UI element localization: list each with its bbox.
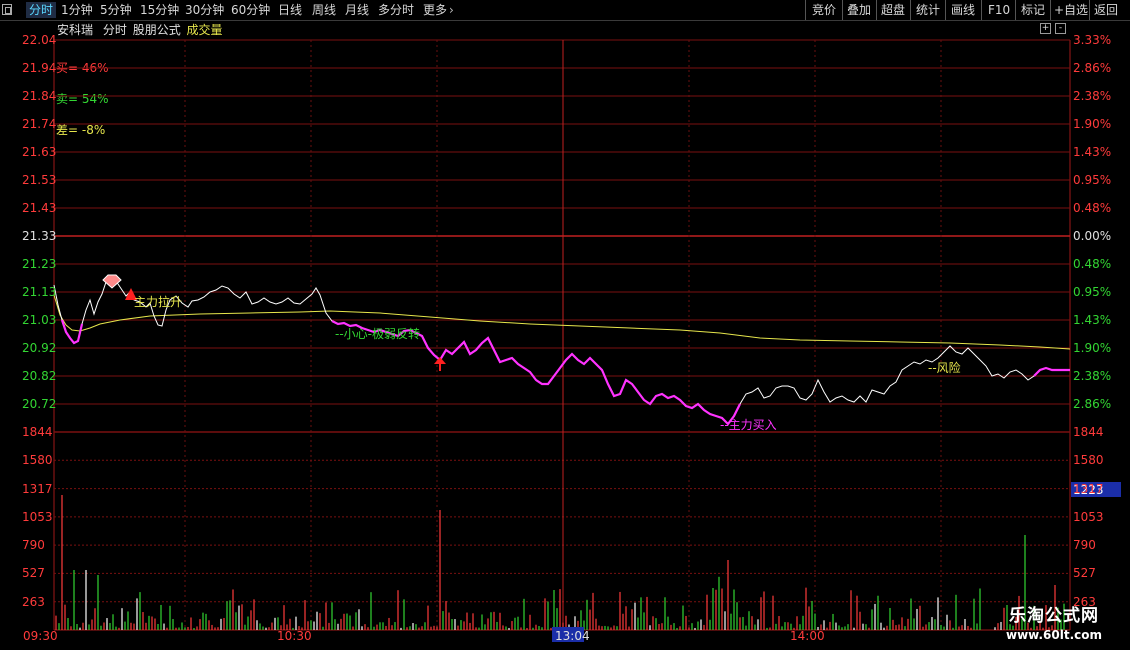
pct-tick: 1.43% xyxy=(1073,313,1112,327)
price-tick: 20.82 xyxy=(22,369,57,383)
price-tick: 21.43 xyxy=(22,201,57,215)
draw-line-button[interactable]: 画线 xyxy=(951,2,975,18)
price-tick: 21.53 xyxy=(22,173,57,187)
tab-weekly[interactable]: 周线 xyxy=(312,2,336,18)
time-tick: 14:00 xyxy=(790,629,825,643)
price-tick: 21.94 xyxy=(22,61,57,75)
annotation-pull-up: 主力拉升 xyxy=(134,295,183,309)
watermark-url: www.60lt.com xyxy=(1005,628,1103,642)
pct-tick: 0.48% xyxy=(1073,257,1112,271)
diamond-icon xyxy=(102,274,122,289)
time-tick: 13:04 xyxy=(555,629,590,643)
price-tick: 21.74 xyxy=(22,117,57,131)
f10-button[interactable]: F10 xyxy=(988,2,1010,18)
price-line xyxy=(53,277,1070,425)
overlay-button[interactable]: 叠加 xyxy=(847,2,871,18)
volume-tick-right: 1580 xyxy=(1073,453,1104,468)
price-tick: 21.13 xyxy=(22,285,57,299)
intraday-chart xyxy=(53,39,1121,642)
tab-multi-intraday[interactable]: 多分时 xyxy=(378,2,414,18)
volume-tick: 1844 xyxy=(22,425,53,439)
stats-button[interactable]: 统计 xyxy=(916,2,940,18)
tab-more[interactable]: 更多 xyxy=(423,2,447,18)
pct-tick: 0.00% xyxy=(1073,229,1112,243)
volume-tick: 1053 xyxy=(22,509,53,524)
pct-tick: 1.43% xyxy=(1073,145,1112,159)
time-tick: 10:30 xyxy=(277,629,312,643)
volume-tick: 1317 xyxy=(22,481,53,496)
annotation-risk: --风险 xyxy=(928,361,961,375)
volume-tick-right: 1844 xyxy=(1073,425,1104,439)
side-panel-edge xyxy=(1121,20,1130,460)
window-icon[interactable] xyxy=(2,4,12,15)
tab-15min[interactable]: 15分钟 xyxy=(140,2,179,18)
mark-button[interactable]: 标记 xyxy=(1021,2,1045,18)
annotation-buy-in: --主力买入 xyxy=(720,418,777,432)
tab-60min[interactable]: 60分钟 xyxy=(231,2,270,18)
up-arrow-small-icon xyxy=(434,357,446,371)
pct-tick: 3.33% xyxy=(1073,33,1112,47)
pct-tick: 1.90% xyxy=(1073,117,1112,131)
tab-5min[interactable]: 5分钟 xyxy=(100,2,132,18)
weak-segment-3 xyxy=(1033,366,1070,377)
price-tick: 22.04 xyxy=(22,33,57,47)
volume-tick-right: 527 xyxy=(1073,566,1096,581)
bid-button[interactable]: 竞价 xyxy=(812,2,836,18)
volume-tick-right: 790 xyxy=(1073,538,1096,553)
super-button[interactable]: 超盘 xyxy=(881,2,905,18)
price-tick: 21.03 xyxy=(22,313,57,327)
price-tick: 21.84 xyxy=(22,89,57,103)
pct-tick: 2.38% xyxy=(1073,369,1112,383)
pct-tick: 2.86% xyxy=(1073,61,1112,75)
volume-tick: 527 xyxy=(22,566,45,581)
tab-1min[interactable]: 1分钟 xyxy=(61,2,93,18)
pct-tick: 0.95% xyxy=(1073,173,1112,187)
toolbar: 分时 1分钟 5分钟 15分钟 30分钟 60分钟 日线 周线 月线 多分时 更… xyxy=(0,0,1130,21)
pct-tick: 2.38% xyxy=(1073,89,1112,103)
pct-tick: 0.48% xyxy=(1073,201,1112,215)
avg-price-line xyxy=(53,294,1071,350)
price-tick: 21.33 xyxy=(22,229,57,243)
pct-tick: 0.95% xyxy=(1073,285,1112,299)
tab-intraday[interactable]: 分时 xyxy=(26,2,57,18)
volume-tick: 1580 xyxy=(22,453,53,468)
price-tick: 21.23 xyxy=(22,257,57,271)
volume-tick: 790 xyxy=(22,538,45,553)
watermark: 乐淘公式网 www.60lt.com xyxy=(985,601,1123,642)
tab-daily[interactable]: 日线 xyxy=(278,2,302,18)
volume-tick-right: 1317 xyxy=(1073,481,1104,496)
back-button[interactable]: 返回 xyxy=(1094,2,1118,18)
time-tick: 09:30 xyxy=(23,629,58,643)
add-watchlist-button[interactable]: +自选 xyxy=(1054,2,1088,18)
watermark-title: 乐淘公式网 xyxy=(1009,606,1099,626)
volume-tick: 263 xyxy=(22,594,45,609)
price-tick: 21.63 xyxy=(22,145,57,159)
pct-tick: 2.86% xyxy=(1073,397,1112,411)
pct-tick: 1.90% xyxy=(1073,341,1112,355)
tab-30min[interactable]: 30分钟 xyxy=(185,2,224,18)
annotation-careful: --小心-极弱反转 xyxy=(335,327,420,341)
volume-tick-right: 1053 xyxy=(1073,509,1104,524)
price-tick: 20.72 xyxy=(22,397,57,411)
price-tick: 20.92 xyxy=(22,341,57,355)
chevron-right-icon[interactable]: › xyxy=(449,2,454,18)
volume-tick-right: 263 xyxy=(1073,594,1096,609)
tab-monthly[interactable]: 月线 xyxy=(345,2,369,18)
